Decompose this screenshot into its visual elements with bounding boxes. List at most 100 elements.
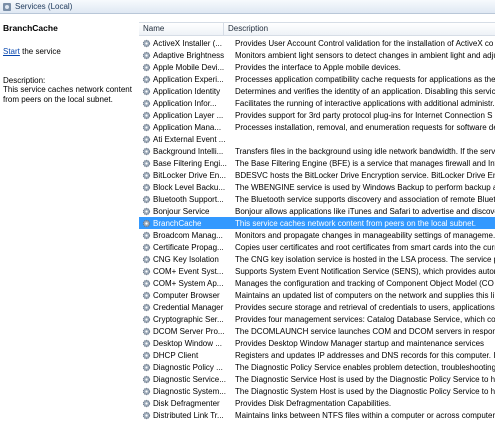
- gear-icon: [142, 267, 151, 275]
- start-service-line: Start the service: [3, 47, 136, 56]
- gear-icon: [142, 387, 151, 395]
- service-row[interactable]: Cryptographic Ser... Provides four manage…: [139, 313, 495, 325]
- service-description: The CNG key isolation service is hosted …: [235, 254, 495, 264]
- service-description: Determines and verifies the identity of …: [235, 86, 495, 96]
- service-description: Provides secure storage and retrieval of…: [235, 302, 495, 312]
- service-row[interactable]: Apple Mobile Devi... Provides the interfa…: [139, 61, 495, 73]
- service-row[interactable]: Desktop Window ... Provides Desktop Windo…: [139, 337, 495, 349]
- gear-icon: [142, 99, 151, 107]
- service-row[interactable]: Diagnostic Service... The Diagnostic Serv…: [139, 373, 495, 385]
- service-row[interactable]: Application Experi... Processes applicati…: [139, 73, 495, 85]
- window-titlebar: Services (Local): [0, 0, 495, 14]
- service-name: Desktop Window ...: [153, 338, 222, 348]
- service-name: DCOM Server Pro...: [153, 326, 225, 336]
- service-description: The WBENGINE service is used by Windows …: [235, 182, 495, 192]
- service-row[interactable]: Computer Browser Maintains an updated lis…: [139, 289, 495, 301]
- service-name: Computer Browser: [153, 290, 220, 300]
- service-description: Manages the configuration and tracking o…: [235, 278, 494, 288]
- service-description: BDESVC hosts the BitLocker Drive Encrypt…: [235, 170, 495, 180]
- gear-icon: [142, 63, 151, 71]
- service-description: Bonjour allows applications like iTunes …: [235, 206, 495, 216]
- gear-icon: [142, 231, 151, 239]
- extended-description-pane: BranchCache Start the service Descriptio…: [0, 15, 139, 438]
- service-row[interactable]: Application Identity Determines and verif…: [139, 85, 495, 97]
- service-row[interactable]: Ati External Event ...: [139, 133, 495, 145]
- service-name: Cryptographic Ser...: [153, 314, 224, 324]
- gear-icon: [142, 183, 151, 191]
- service-row[interactable]: COM+ Event Syst... Supports System Event …: [139, 265, 495, 277]
- service-name: Application Layer ...: [153, 110, 224, 120]
- gear-icon: [142, 171, 151, 179]
- service-rows: ActiveX Installer (... Provides User Acco…: [139, 37, 495, 421]
- gear-icon: [142, 339, 151, 347]
- service-description: Registers and updates IP addresses and D…: [235, 350, 495, 360]
- service-row[interactable]: Credential Manager Provides secure storag…: [139, 301, 495, 313]
- service-name: CNG Key Isolation: [153, 254, 219, 264]
- service-description: The DCOMLAUNCH service launches COM and …: [235, 326, 495, 336]
- service-description: Transfers files in the background using …: [235, 146, 495, 156]
- service-row[interactable]: Certificate Propag... Copies user certifi…: [139, 241, 495, 253]
- gear-icon: [142, 219, 151, 227]
- service-description: Provides four management services: Catal…: [235, 314, 495, 324]
- service-row[interactable]: Diagnostic Policy ... The Diagnostic Poli…: [139, 361, 495, 373]
- gear-icon: [142, 375, 151, 383]
- service-description: The Bluetooth service supports discovery…: [235, 194, 495, 204]
- service-row[interactable]: Application Layer ... Provides support fo…: [139, 109, 495, 121]
- service-description: Supports System Event Notification Servi…: [235, 266, 495, 276]
- gear-icon: [142, 315, 151, 323]
- gear-icon: [142, 291, 151, 299]
- service-description: This service caches network content from…: [235, 218, 477, 228]
- service-row[interactable]: Adaptive Brightness Monitors ambient ligh…: [139, 49, 495, 61]
- service-name: COM+ Event Syst...: [153, 266, 224, 276]
- service-description: Provides support for 3rd party protocol …: [235, 110, 493, 120]
- service-description: The Diagnostic Service Host is used by t…: [235, 374, 495, 384]
- service-description: Processes application compatibility cach…: [235, 74, 495, 84]
- service-row[interactable]: BranchCache This service caches network c…: [139, 217, 495, 229]
- service-name: COM+ System Ap...: [153, 278, 224, 288]
- gear-icon: [142, 255, 151, 263]
- gear-icon: [142, 147, 151, 155]
- service-row[interactable]: Application Mana... Processes installatio…: [139, 121, 495, 133]
- window-title: Services (Local): [15, 2, 73, 11]
- gear-icon: [142, 243, 151, 251]
- service-name: Application Identity: [153, 86, 221, 96]
- services-list[interactable]: Name Description ActiveX Installer (... P…: [139, 15, 495, 438]
- service-row[interactable]: Application Infor... Facilitates the runn…: [139, 97, 495, 109]
- column-header-description[interactable]: Description: [224, 23, 495, 35]
- service-description: Maintains links between NTFS files withi…: [235, 410, 495, 420]
- service-row[interactable]: Block Level Backu... The WBENGINE service…: [139, 181, 495, 193]
- service-description: Provides User Account Control validation…: [235, 38, 494, 48]
- service-description: Copies user certificates and root certif…: [235, 242, 495, 252]
- services-icon: [3, 2, 11, 11]
- service-row[interactable]: Diagnostic System... The Diagnostic Syste…: [139, 385, 495, 397]
- service-row[interactable]: DCOM Server Pro... The DCOMLAUNCH service…: [139, 325, 495, 337]
- service-row[interactable]: ActiveX Installer (... Provides User Acco…: [139, 37, 495, 49]
- service-name: Distributed Link Tr...: [153, 410, 224, 420]
- description-label: Description:: [3, 76, 46, 85]
- selected-service-name: BranchCache: [3, 23, 58, 33]
- gear-icon: [142, 87, 151, 95]
- service-name: Block Level Backu...: [153, 182, 226, 192]
- service-row[interactable]: COM+ System Ap... Manages the configurati…: [139, 277, 495, 289]
- service-name: Bonjour Service: [153, 206, 210, 216]
- gear-icon: [142, 279, 151, 287]
- service-description: Maintains an updated list of computers o…: [235, 290, 495, 300]
- gear-icon: [142, 399, 151, 407]
- service-description: Facilitates the running of interactive a…: [235, 98, 495, 108]
- gear-icon: [142, 159, 151, 167]
- service-row[interactable]: Distributed Link Tr... Maintains links be…: [139, 409, 495, 421]
- gear-icon: [142, 351, 151, 359]
- service-row[interactable]: Background Intelli... Transfers files in …: [139, 145, 495, 157]
- service-row[interactable]: Base Filtering Engi... The Base Filtering…: [139, 157, 495, 169]
- service-row[interactable]: Disk Defragmenter Provides Disk Defragmen…: [139, 397, 495, 409]
- service-row[interactable]: BitLocker Drive En... BDESVC hosts the Bi…: [139, 169, 495, 181]
- service-row[interactable]: Broadcom Manag... Monitors and propagate …: [139, 229, 495, 241]
- service-row[interactable]: DHCP Client Registers and updates IP addr…: [139, 349, 495, 361]
- service-row[interactable]: Bonjour Service Bonjour allows applicatio…: [139, 205, 495, 217]
- service-row[interactable]: CNG Key Isolation The CNG key isolation s…: [139, 253, 495, 265]
- service-row[interactable]: Bluetooth Support... The Bluetooth servic…: [139, 193, 495, 205]
- start-service-link[interactable]: Start: [3, 47, 20, 56]
- service-name: ActiveX Installer (...: [153, 38, 222, 48]
- column-header-name[interactable]: Name: [139, 23, 224, 35]
- list-header: Name Description: [139, 22, 495, 36]
